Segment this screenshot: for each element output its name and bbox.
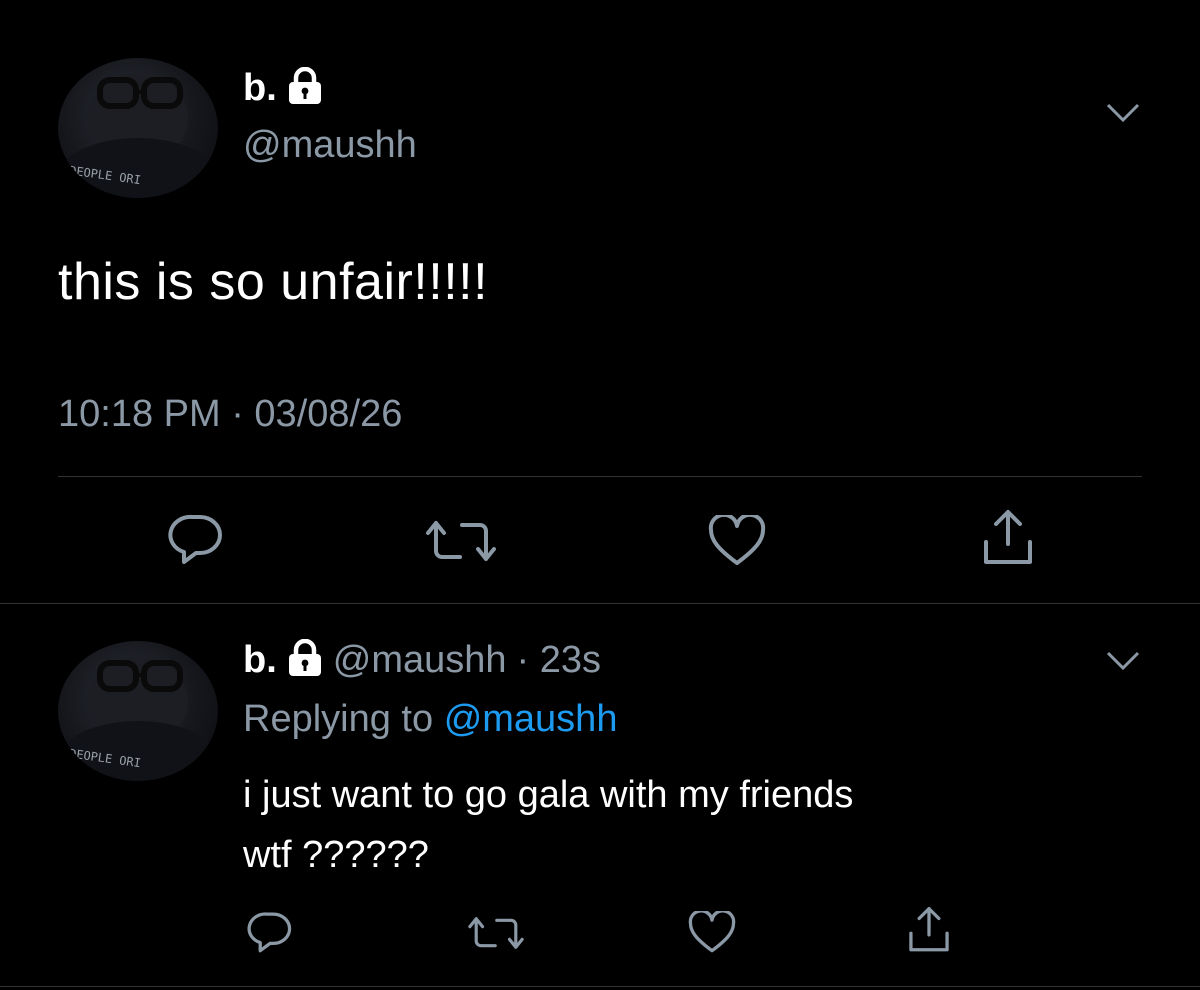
lock-icon	[287, 66, 323, 110]
reply-text-line1: i just want to go gala with my friends	[243, 774, 854, 816]
share-icon[interactable]	[980, 508, 1036, 568]
chevron-down-icon[interactable]	[1105, 100, 1141, 126]
tweet-divider	[0, 603, 1200, 604]
reply-display-name[interactable]: b.	[243, 639, 277, 682]
avatar-main[interactable]: DEOPLE ORI	[58, 58, 218, 198]
timestamp: 10:18 PM · 03/08/26	[58, 393, 403, 435]
replying-to-label: Replying to	[243, 698, 434, 740]
retweet-icon[interactable]	[468, 914, 524, 952]
display-name[interactable]: b.	[243, 67, 277, 110]
replying-to-link[interactable]: @maushh	[444, 698, 618, 740]
share-icon[interactable]	[906, 905, 952, 955]
handle[interactable]: @maushh	[243, 124, 417, 167]
reply-age: · 23s	[516, 638, 602, 681]
reply-text-line2: wtf ??????	[243, 834, 429, 876]
divider	[58, 476, 1142, 477]
retweet-icon[interactable]	[426, 517, 496, 565]
bottom-divider	[0, 986, 1200, 987]
reply-icon[interactable]	[168, 512, 224, 566]
avatar-reply[interactable]: DEOPLE ORI	[58, 641, 218, 781]
chevron-down-icon[interactable]	[1105, 648, 1141, 674]
reply-handle[interactable]: @maushh	[333, 639, 507, 682]
tweet-text: this is so unfair!!!!!	[58, 253, 489, 311]
lock-icon	[287, 638, 323, 682]
like-icon[interactable]	[688, 911, 736, 954]
like-icon[interactable]	[708, 515, 766, 567]
reply-icon[interactable]	[247, 910, 293, 954]
